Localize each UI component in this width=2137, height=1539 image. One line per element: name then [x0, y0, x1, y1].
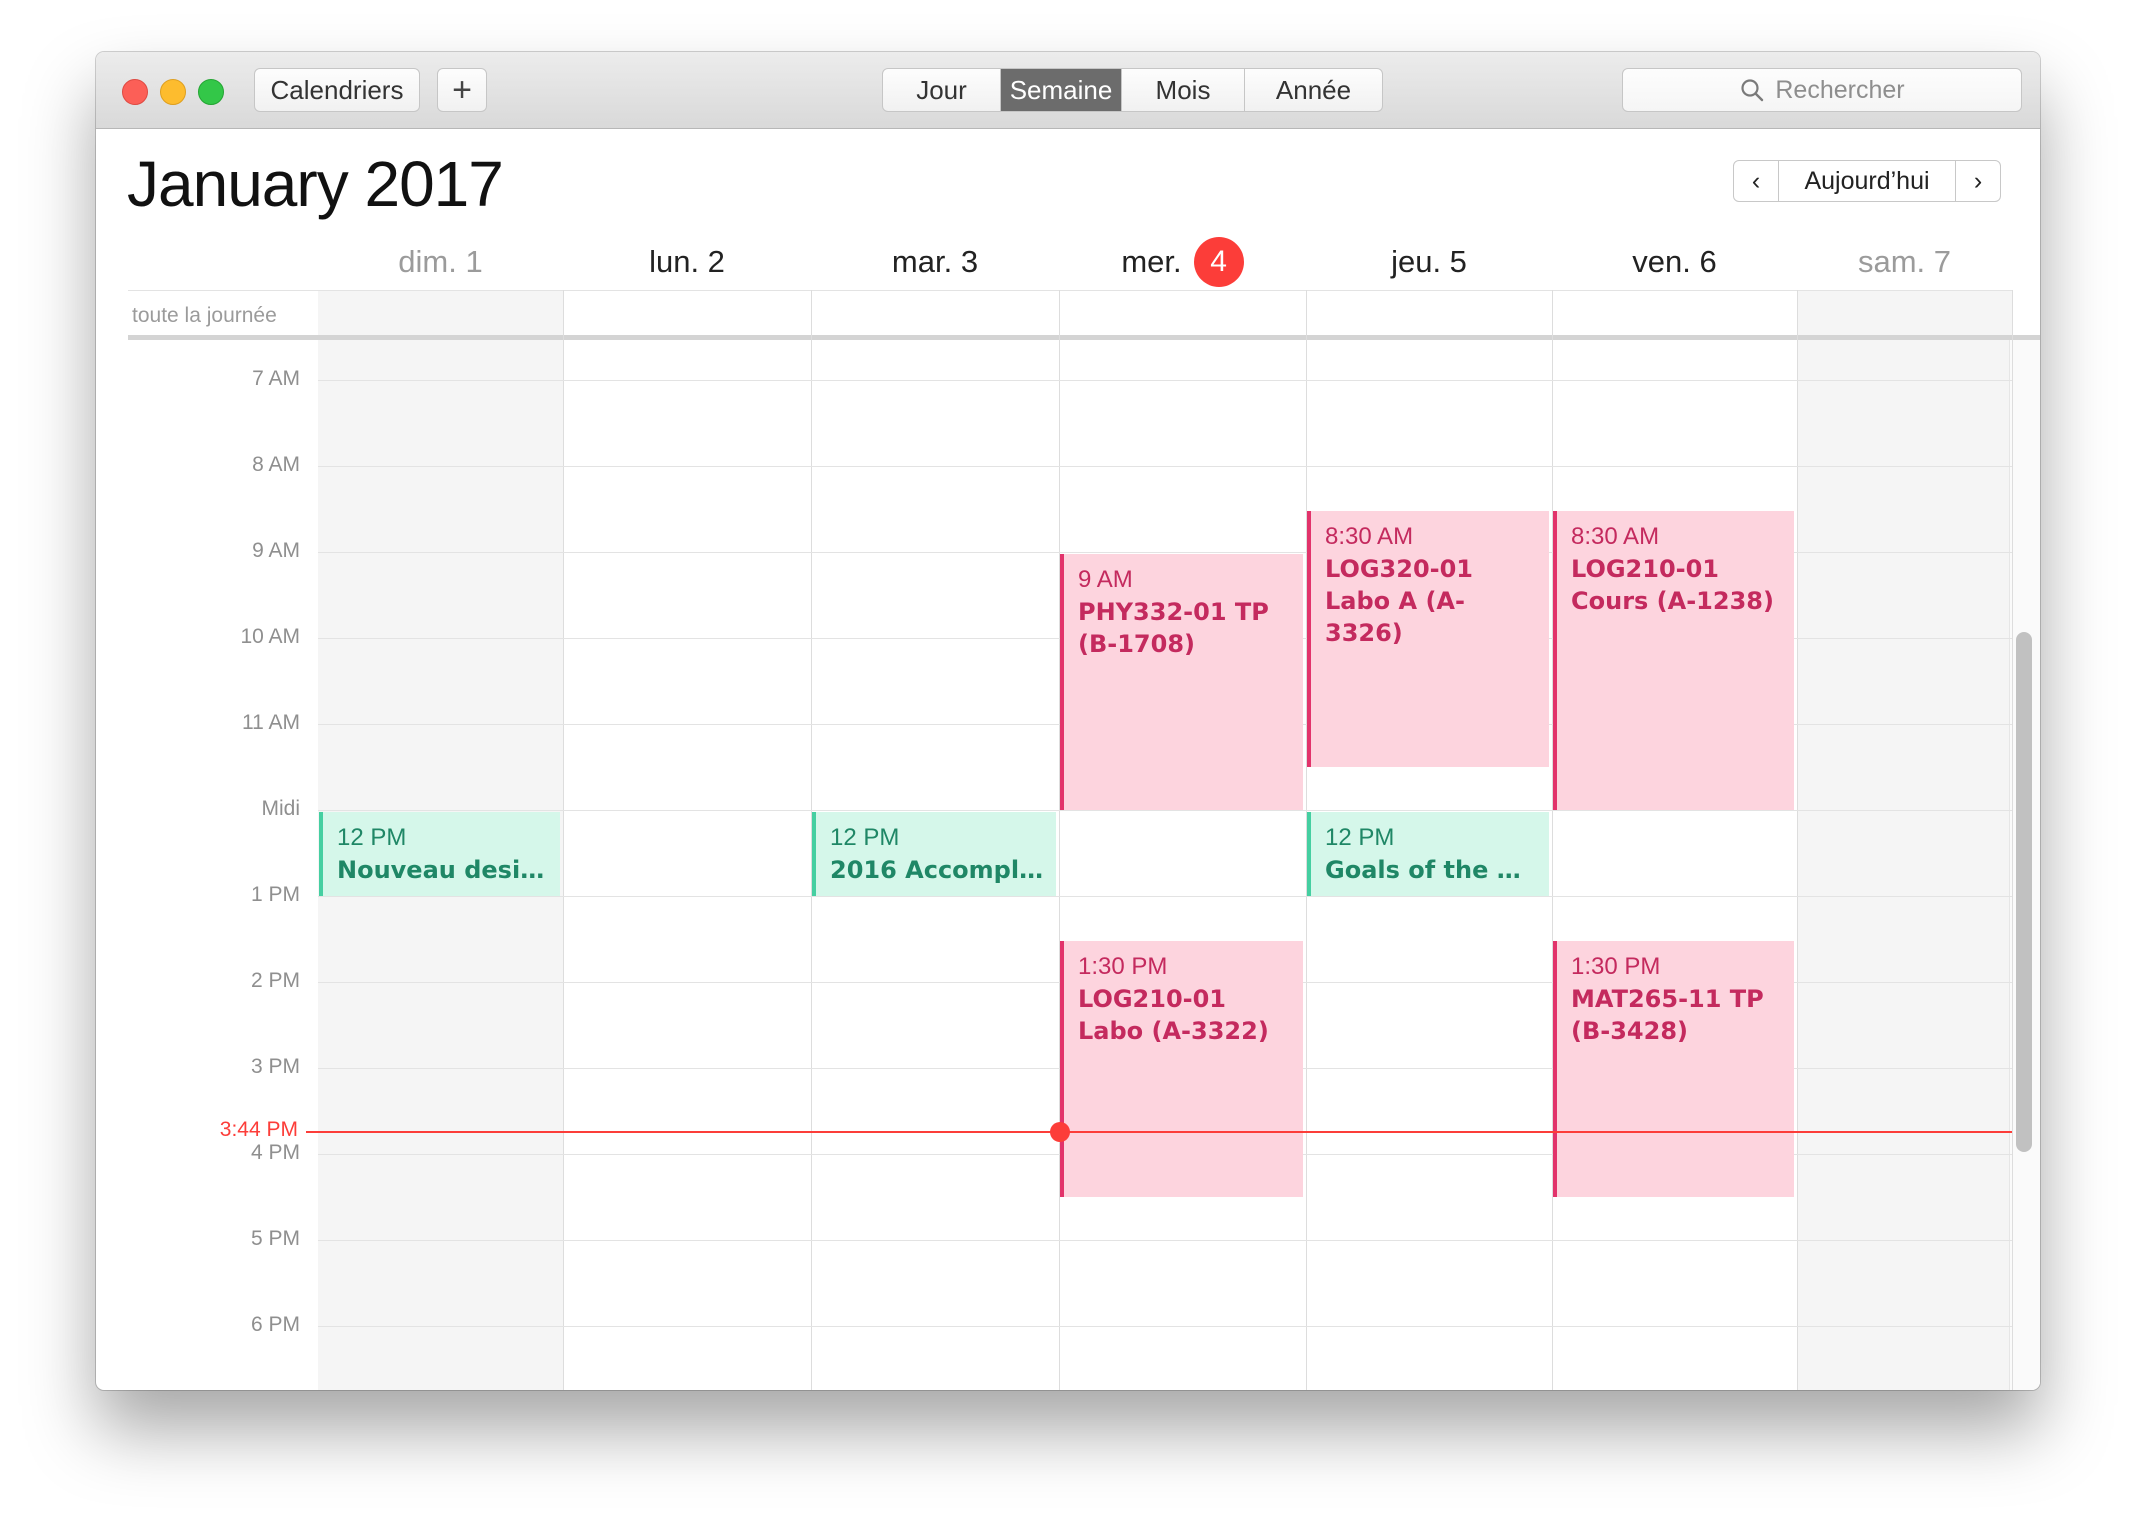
calendar-event[interactable]: 12 PM 2016 Accompli... [812, 812, 1056, 896]
calendar-event[interactable]: 12 PM Goals of the Bl... [1307, 812, 1549, 896]
search-icon [1741, 79, 1764, 102]
calendar-event[interactable]: 1:30 PM LOG210-01 Labo (A-3322) [1060, 941, 1303, 1197]
hour-label: 5 PM [250, 1227, 300, 1250]
search-field[interactable]: Rechercher [1622, 68, 2022, 112]
day-column-divider [1552, 290, 1553, 1390]
day-header-saturday[interactable]: sam. 7 [1797, 237, 2012, 287]
all-day-divider [128, 335, 2040, 340]
chevron-right-icon: › [1973, 166, 1983, 195]
event-title: MAT265-11 TP (B-3428) [1571, 985, 1764, 1045]
hour-label: Midi [261, 797, 300, 820]
search-placeholder: Rechercher [1775, 75, 1905, 104]
hour-gridline [318, 466, 2012, 467]
day-column-divider [1059, 290, 1060, 1390]
zoom-window-button[interactable] [198, 79, 224, 105]
hour-label: 11 AM [242, 711, 300, 734]
day-header-sunday[interactable]: dim. 1 [318, 237, 563, 287]
tab-day[interactable]: Jour [883, 69, 1001, 111]
view-switcher: Jour Semaine Mois Année [882, 68, 1383, 112]
calendar-window: Calendriers + Jour Semaine Mois Année Re… [96, 52, 2040, 1390]
day-column-divider [563, 290, 564, 1390]
chevron-left-icon: ‹ [1751, 166, 1761, 195]
vertical-scrollbar[interactable] [2016, 632, 2032, 1152]
event-title: Nouveau desig... [337, 856, 550, 884]
hour-label: 1 PM [250, 883, 300, 906]
hour-label: 8 AM [252, 453, 300, 476]
day-header-tuesday[interactable]: mar. 3 [811, 237, 1059, 287]
tab-week[interactable]: Semaine [1001, 69, 1122, 111]
day-header-monday[interactable]: lun. 2 [563, 237, 811, 287]
event-time: 12 PM [830, 824, 900, 851]
day-header-label: mer. [1121, 244, 1182, 279]
close-window-button[interactable] [122, 79, 148, 105]
all-day-row-border [128, 290, 2012, 291]
event-title: LOG210-01 Labo (A-3322) [1078, 985, 1269, 1045]
today-button[interactable]: Aujourd’hui [1778, 160, 1956, 202]
event-time: 12 PM [337, 824, 407, 851]
hour-gridline [318, 1326, 2012, 1327]
hour-gridline [318, 380, 2012, 381]
month-title: January 2017 [127, 148, 504, 220]
event-title: 2016 Accompli... [830, 856, 1046, 884]
calendar-event[interactable]: 8:30 AM LOG320-01 Labo A (A-3326) [1307, 511, 1549, 767]
event-title: PHY332-01 TP (B-1708) [1078, 598, 1269, 658]
day-column-divider [2012, 290, 2013, 1390]
toolbar: Calendriers + Jour Semaine Mois Année Re… [96, 52, 2040, 129]
day-header-thursday[interactable]: jeu. 5 [1306, 237, 1552, 287]
event-title: LOG210-01 Cours (A-1238) [1571, 555, 1774, 615]
event-time: 1:30 PM [1078, 953, 1168, 980]
hour-label: 6 PM [250, 1313, 300, 1336]
today-badge: 4 [1193, 237, 1244, 287]
hour-gridline [318, 896, 2012, 897]
event-title: Goals of the Bl... [1325, 856, 1539, 884]
current-time-dot [1050, 1122, 1070, 1143]
event-time: 1:30 PM [1571, 953, 1661, 980]
calendars-button[interactable]: Calendriers [254, 68, 420, 112]
hour-label: 9 AM [252, 539, 300, 562]
calendar-event[interactable]: 12 PM Nouveau desig... [319, 812, 560, 896]
tab-month[interactable]: Mois [1122, 69, 1245, 111]
event-time: 8:30 AM [1325, 523, 1414, 550]
hour-gridline [318, 810, 2012, 811]
hour-label: 10 AM [240, 625, 300, 648]
add-event-button[interactable]: + [437, 68, 487, 112]
day-header-wednesday[interactable]: mer. 4 [1059, 237, 1306, 287]
day-column-divider [1797, 290, 1798, 1390]
previous-week-button[interactable]: ‹ [1733, 160, 1779, 202]
hour-label: 2 PM [250, 969, 300, 992]
event-time: 12 PM [1325, 824, 1395, 851]
hour-label: 3 PM [250, 1055, 300, 1078]
event-time: 8:30 AM [1571, 523, 1660, 550]
hour-label: 4 PM [250, 1141, 300, 1164]
event-time: 9 AM [1078, 566, 1133, 593]
hour-label: 7 AM [252, 367, 300, 390]
calendar-event[interactable]: 8:30 AM LOG210-01 Cours (A-1238) [1553, 511, 1794, 810]
next-week-button[interactable]: › [1955, 160, 2001, 202]
hour-gridline [318, 1240, 2012, 1241]
current-time-label: 3:44 PM [219, 1118, 298, 1142]
minimize-window-button[interactable] [160, 79, 186, 105]
all-day-label: toute la journée [132, 304, 277, 327]
event-title: LOG320-01 Labo A (A-3326) [1325, 555, 1473, 647]
calendar-event[interactable]: 1:30 PM MAT265-11 TP (B-3428) [1553, 941, 1794, 1197]
calendar-event[interactable]: 9 AM PHY332-01 TP (B-1708) [1060, 554, 1303, 810]
day-header-friday[interactable]: ven. 6 [1552, 237, 1797, 287]
current-time-line [306, 1131, 2012, 1134]
tab-year[interactable]: Année [1245, 69, 1382, 111]
